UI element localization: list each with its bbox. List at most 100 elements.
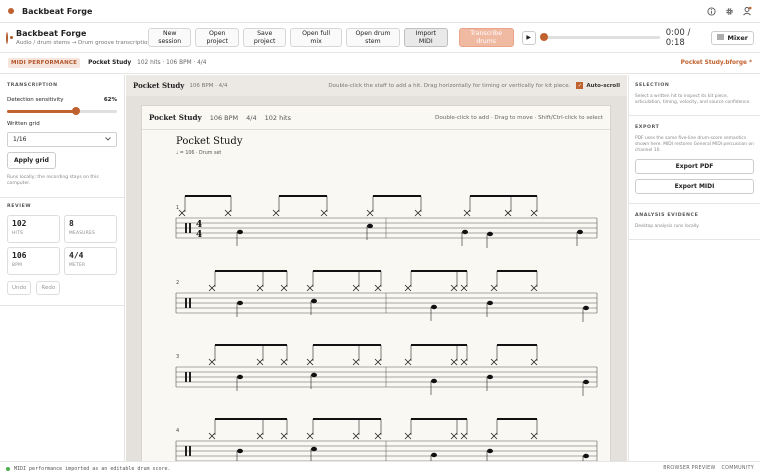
drum-note: [577, 229, 583, 235]
note-beam: [497, 344, 537, 346]
stat-value: 4/4: [69, 251, 84, 260]
open-project-button[interactable]: Open project: [195, 28, 239, 47]
stat-card: 106 BPM: [7, 247, 60, 275]
export-heading: EXPORT: [635, 125, 660, 130]
brand: Backbeat Forge Audio / drum stems → Drum…: [6, 29, 151, 46]
percussion-clef: [189, 298, 191, 308]
page-hits: 102 hits: [264, 113, 291, 122]
page-header: Pocket Study 106 BPM 4/4 102 hits Double…: [142, 106, 610, 130]
stat-card: 102 HITS: [7, 215, 60, 243]
new-session-button[interactable]: New session: [148, 28, 192, 47]
scrubber-knob[interactable]: [539, 33, 548, 41]
score-name: Pocket Study: [88, 60, 132, 66]
percussion-clef: [189, 372, 191, 382]
redo-button[interactable]: Redo: [36, 281, 61, 295]
stat-value: 102: [12, 219, 27, 228]
selection-heading: SELECTION: [635, 83, 670, 88]
gear-icon[interactable]: [724, 6, 734, 16]
apply-grid-button[interactable]: Apply grid: [7, 152, 56, 169]
evidence-heading: ANALYSIS EVIDENCE: [635, 213, 699, 218]
note-beam: [215, 344, 287, 346]
drum-note: [237, 300, 243, 306]
play-button[interactable]: ▶: [521, 30, 536, 45]
status-message: MIDI performance imported as an editable…: [14, 465, 171, 472]
drum-note: [431, 304, 437, 310]
note-beam: [411, 344, 467, 346]
open-full-mix-button[interactable]: Open full mix: [290, 28, 342, 47]
stat-card: 4/4 METER: [64, 247, 117, 275]
drum-score[interactable]: 144234: [142, 130, 612, 461]
system-number: 4: [176, 428, 179, 434]
autoscroll-checkbox[interactable]: ✓: [576, 82, 584, 89]
time-signature-top: 4: [196, 220, 202, 230]
score-page[interactable]: Pocket Study 106 BPM 4/4 102 hits Double…: [141, 105, 611, 461]
page-meter: 4/4: [246, 113, 257, 122]
divider: [629, 203, 760, 204]
note-beam: [497, 418, 537, 420]
app-bar: Backbeat Forge: [0, 0, 760, 23]
account-icon[interactable]: [742, 6, 752, 16]
sensitivity-fill: [7, 110, 76, 113]
canvas-title: Pocket Study: [133, 81, 185, 90]
export-pdf-button[interactable]: Export PDF: [635, 159, 754, 174]
app-title: Backbeat Forge: [22, 6, 93, 16]
review-heading: REVIEW: [7, 204, 32, 209]
status-dot-icon: [6, 466, 10, 471]
stat-key: HITS: [12, 231, 24, 236]
score-meta: 102 hits · 106 BPM · 4/4: [137, 60, 207, 66]
stat-key: BPM: [12, 263, 23, 268]
evidence-hint: Desktop analysis runs locally.: [635, 224, 700, 229]
grid-label: Written grid: [7, 121, 40, 127]
drum-note: [462, 229, 468, 235]
save-project-button[interactable]: Save project: [242, 28, 287, 47]
brand-name: Backbeat Forge: [16, 29, 87, 38]
file-name: Pocket Study.bforge *: [680, 60, 752, 66]
sensitivity-slider[interactable]: [7, 107, 117, 115]
drum-note: [367, 223, 373, 229]
open-drum-stem-button[interactable]: Open drum stem: [345, 28, 401, 47]
percussion-clef: [185, 223, 187, 233]
info-icon[interactable]: [706, 6, 716, 16]
stat-card: 8 MEASURES: [64, 215, 117, 243]
grid-select[interactable]: 1/16: [7, 132, 117, 147]
stat-key: METER: [69, 263, 86, 268]
drum-note: [487, 448, 493, 454]
drum-note: [583, 305, 589, 311]
note-beam: [411, 418, 467, 420]
percussion-clef: [189, 446, 191, 456]
drum-note: [487, 374, 493, 380]
mixer-button[interactable]: Mixer: [711, 30, 754, 45]
document-bar: MIDI PERFORMANCE Pocket Study 102 hits ·…: [0, 53, 760, 74]
divider: [0, 197, 124, 198]
stat-key: MEASURES: [69, 231, 96, 236]
left-panel: TRANSCRIPTION Detection sensitivity 62% …: [0, 75, 125, 461]
undo-button[interactable]: Undo: [7, 281, 32, 295]
note-beam: [313, 270, 381, 272]
drum-note: [431, 452, 437, 458]
drum-note: [583, 453, 589, 459]
mixer-label: Mixer: [727, 33, 748, 42]
review-stats: 102 HITS 8 MEASURES 106 BPM 4/4 METER: [7, 215, 117, 275]
note-beam: [215, 418, 287, 420]
note-beam: [411, 270, 467, 272]
sensitivity-value: 62%: [103, 97, 117, 103]
export-midi-button[interactable]: Export MIDI: [635, 179, 754, 194]
score-canvas[interactable]: Pocket Study 106 BPM · 4/4 Double-click …: [126, 75, 627, 461]
chevron-down-icon: [105, 136, 111, 143]
transcribe-drums-button[interactable]: Transcribe drums: [458, 28, 514, 47]
drum-note: [237, 374, 243, 380]
export-hint: PDF uses the same five-line drum-score s…: [635, 136, 754, 153]
drum-note: [583, 379, 589, 385]
playback-time: 0:00 / 0:18: [665, 27, 691, 48]
mixer-icon: [717, 34, 725, 42]
import-midi-button[interactable]: Import MIDI: [404, 28, 448, 47]
canvas-hint: Double-click the staff to add a hit. Dra…: [328, 82, 571, 89]
drum-note: [237, 229, 243, 235]
note-beam: [313, 418, 381, 420]
sensitivity-knob[interactable]: [71, 107, 80, 115]
drum-note: [487, 231, 493, 237]
percussion-clef: [185, 446, 187, 456]
playback-scrubber[interactable]: [539, 33, 660, 41]
divider: [629, 239, 760, 240]
note-beam: [215, 270, 287, 272]
